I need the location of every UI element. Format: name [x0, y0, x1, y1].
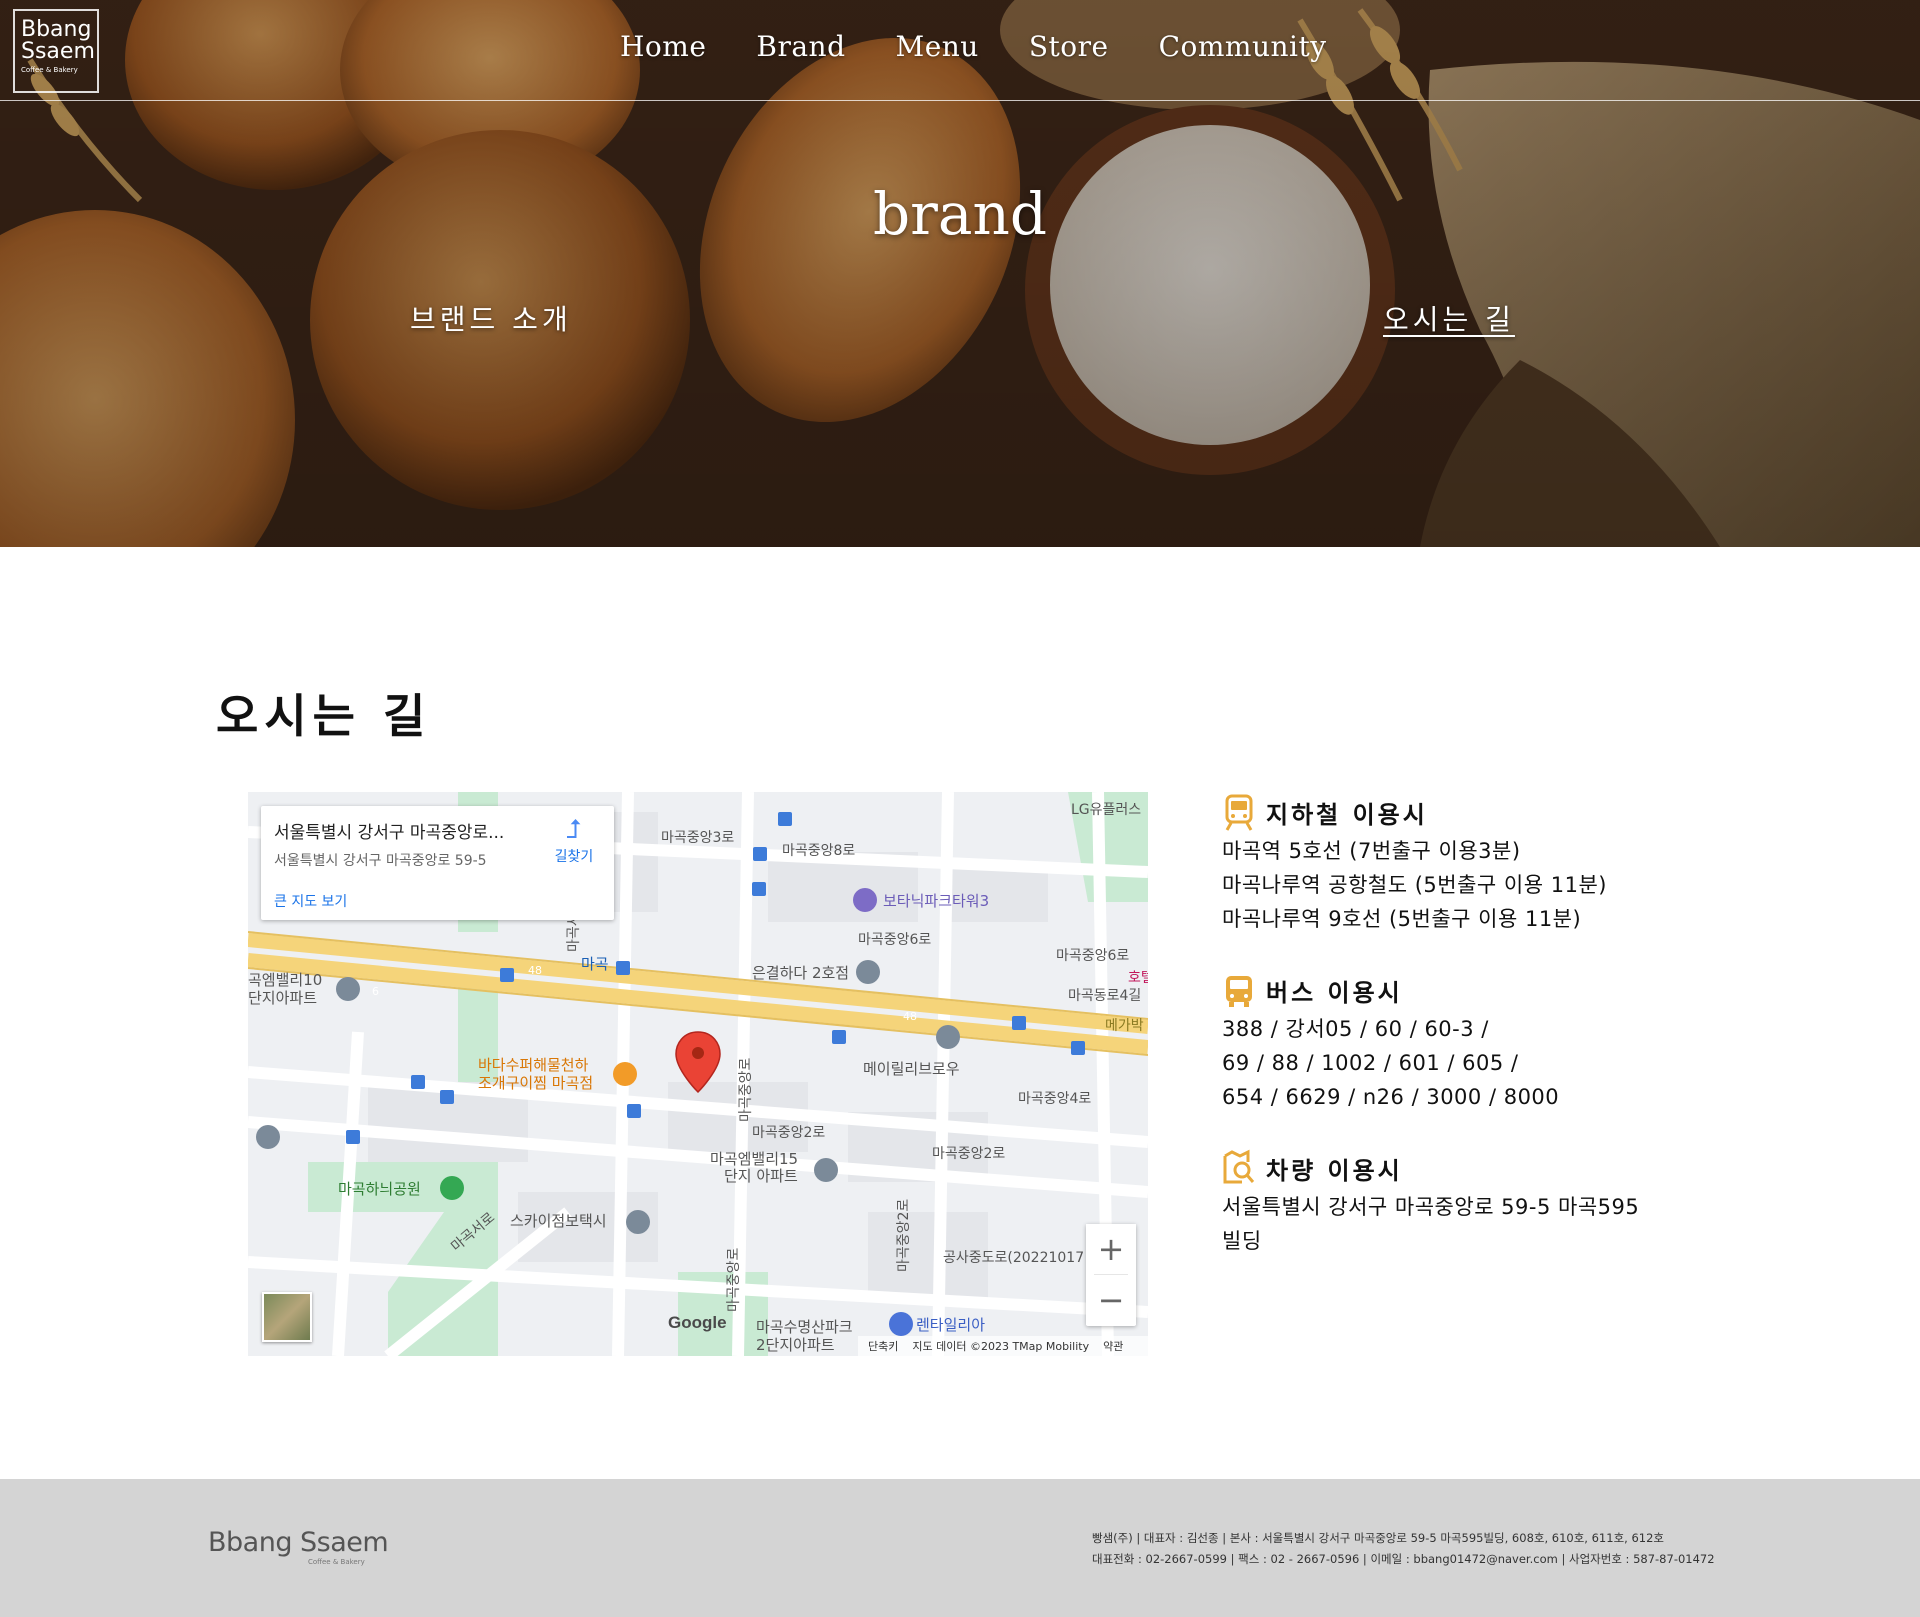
map-label-road11: 마곡중앙로	[726, 1247, 742, 1312]
top-navigation-bar: Bbang Ssaem Coffee & Bakery Home Brand M…	[0, 0, 1920, 101]
car-line: 빌딩	[1222, 1229, 1262, 1253]
map-zoom-control: + −	[1086, 1224, 1136, 1326]
subway-heading: 지하철 이용시	[1222, 790, 1692, 834]
map-label-mega: 메가박	[1105, 1018, 1144, 1034]
map-label-gongsa: 공사중도로(20221017	[943, 1250, 1084, 1266]
nav-home[interactable]: Home	[620, 30, 706, 63]
zoom-in-button[interactable]: +	[1086, 1224, 1136, 1274]
map-label-apt15a: 마곡엠밸리15	[710, 1150, 798, 1168]
footer-logo: Bbang Ssaem Coffee & Bakery	[208, 1527, 389, 1566]
map-label-road8: 마곡중앙2로	[932, 1146, 1005, 1162]
view-larger-map-link[interactable]: 큰 지도 보기	[274, 891, 347, 911]
map-label-road5: 마곡동로4길	[1068, 988, 1141, 1004]
map-label-suyeong2: 2단지아파트	[756, 1336, 835, 1354]
bus-line: 654 / 6629 / n26 / 3000 / 8000	[1222, 1085, 1560, 1109]
map-label-apt10a: 곡엠밸리10	[248, 971, 322, 989]
car-line: 서울특별시 강서구 마곡중앙로 59-5 마곡595	[1222, 1195, 1640, 1219]
company-info-line-2: 대표전화 : 02-2667-0599 | 팩스 : 02 - 2667-059…	[1092, 1552, 1715, 1566]
map-label-road12: 마곡중앙2로	[896, 1199, 912, 1272]
map-label-bus48b: 48	[903, 1010, 917, 1023]
map-label-eungyeol: 은결하다 2호점	[752, 964, 849, 982]
satellite-toggle[interactable]	[262, 1292, 312, 1342]
directions-icon: ⮥	[566, 815, 582, 845]
subway-line: 마곡역 5호선 (7번출구 이용3분)	[1222, 839, 1521, 863]
bus-line: 69 / 88 / 1002 / 601 / 605 /	[1222, 1051, 1519, 1075]
footer-logo-name: Bbang Ssaem	[208, 1527, 389, 1558]
logo-line-2: Ssaem	[21, 39, 95, 64]
subway-line: 마곡나루역 공항철도 (5번출구 이용 11분)	[1222, 873, 1607, 897]
logo-tagline: Coffee & Bakery	[21, 66, 78, 74]
map-label-seafood1: 바다수퍼해물천하	[478, 1056, 589, 1074]
map-label-road4: 마곡중앙6로	[1056, 948, 1129, 964]
directions-link[interactable]: 오시는 길	[1383, 298, 1515, 338]
map-card-title: 서울특별시 강서구 마곡중앙로...	[274, 823, 505, 843]
car-title: 차량 이용시	[1266, 1156, 1403, 1185]
map-label-road2: 마곡중앙8로	[782, 843, 855, 859]
logo-line-1: Bbang	[21, 17, 92, 42]
directions-label: 길찾기	[554, 849, 594, 865]
map-label-sky: 스카이점보택시	[510, 1212, 607, 1230]
bus-line: 388 / 강서05 / 60 / 60-3 /	[1222, 1017, 1489, 1041]
subway-lines: 마곡역 5호선 (7번출구 이용3분) 마곡나루역 공항철도 (5번출구 이용 …	[1222, 834, 1692, 936]
site-footer: Bbang Ssaem Coffee & Bakery 빵샘(주) | 대표자 …	[0, 1479, 1920, 1617]
map-label-lg: LG유플러스	[1071, 802, 1141, 818]
car-search-icon	[1223, 1149, 1255, 1184]
map-label-park: 마곡하늬공원	[338, 1180, 421, 1198]
nav-brand[interactable]: Brand	[756, 30, 845, 63]
map-label-magok: 마곡	[581, 955, 609, 973]
directions-button[interactable]: ⮥ 길찾기	[544, 814, 604, 866]
map-label-road10: 마곡중앙로	[738, 1057, 754, 1122]
hero-title: brand	[873, 180, 1047, 248]
map-label-suyeong1: 마곡수명산파크	[756, 1318, 853, 1336]
map-label-hotel: 호텔	[1128, 970, 1148, 986]
nav-community[interactable]: Community	[1159, 30, 1327, 63]
bus-lines: 388 / 강서05 / 60 / 60-3 / 69 / 88 / 1002 …	[1222, 1012, 1692, 1114]
map-label-road7: 마곡중앙2로	[752, 1125, 825, 1141]
car-info: 차량 이용시 서울특별시 강서구 마곡중앙로 59-5 마곡595 빌딩	[1222, 1146, 1692, 1258]
map-card-address: 서울특별시 강서구 마곡중앙로 59-5	[274, 853, 487, 869]
google-map[interactable]: LG유플러스 마곡중앙3로 마곡중앙8로 보타닉파크타워3 마곡중앙6로 마곡중…	[248, 792, 1148, 1356]
bus-info: 버스 이용시 388 / 강서05 / 60 / 60-3 / 69 / 88 …	[1222, 968, 1692, 1114]
map-place-card: 서울특별시 강서구 마곡중앙로... 서울특별시 강서구 마곡중앙로 59-5 …	[261, 806, 614, 920]
map-shortcuts-link[interactable]: 단축키	[868, 1338, 898, 1354]
map-label-road1: 마곡중앙3로	[661, 830, 734, 846]
subway-line: 마곡나루역 9호선 (5번출구 이용 11분)	[1222, 907, 1582, 931]
map-label-road3: 마곡중앙6로	[858, 932, 931, 948]
page-title: 오시는 길	[216, 689, 432, 743]
bus-heading: 버스 이용시	[1222, 968, 1692, 1012]
brand-logo[interactable]: Bbang Ssaem Coffee & Bakery	[13, 9, 99, 93]
nav-menu[interactable]: Menu	[896, 30, 979, 63]
map-label-rental: 렌타일리아	[916, 1316, 985, 1334]
directions-info: 지하철 이용시 마곡역 5호선 (7번출구 이용3분) 마곡나루역 공항철도 (…	[1222, 790, 1692, 1290]
company-info-line-1: 빵샘(주) | 대표자 : 김선종 | 본사 : 서울특별시 강서구 마곡중앙로…	[1092, 1531, 1664, 1545]
bus-icon	[1226, 976, 1252, 1007]
nav-store[interactable]: Store	[1029, 30, 1109, 63]
company-info: 빵샘(주) | 대표자 : 김선종 | 본사 : 서울특별시 강서구 마곡중앙로…	[1092, 1528, 1715, 1570]
brand-intro-link[interactable]: 브랜드 소개	[410, 298, 572, 338]
map-label-seafood2: 조개구이찜 마곡점	[478, 1074, 593, 1092]
subway-icon	[1225, 794, 1253, 831]
map-data-credit: 지도 데이터 ©2023 TMap Mobility	[912, 1340, 1090, 1353]
zoom-out-button[interactable]: −	[1086, 1275, 1136, 1325]
subway-info: 지하철 이용시 마곡역 5호선 (7번출구 이용3분) 마곡나루역 공항철도 (…	[1222, 790, 1692, 936]
map-label-apt10b: 단지아파트	[248, 989, 317, 1007]
map-label-road6: 마곡중앙4로	[1018, 1091, 1091, 1107]
subway-title: 지하철 이용시	[1266, 800, 1428, 829]
car-lines: 서울특별시 강서구 마곡중앙로 59-5 마곡595 빌딩	[1222, 1190, 1692, 1258]
car-heading: 차량 이용시	[1222, 1146, 1692, 1190]
bus-title: 버스 이용시	[1266, 978, 1403, 1007]
map-attribution-bar: 단축키 지도 데이터 ©2023 TMap Mobility 약관	[858, 1336, 1148, 1356]
google-logo: Google	[668, 1313, 727, 1332]
map-label-botanic: 보타닉파크타워3	[883, 892, 989, 910]
hero-banner: Bbang Ssaem Coffee & Bakery Home Brand M…	[0, 0, 1920, 547]
main-nav: Home Brand Menu Store Community	[620, 30, 1327, 63]
map-label-maeili: 메이릴리브로우	[863, 1060, 960, 1078]
footer-logo-tagline: Coffee & Bakery	[308, 1558, 365, 1566]
map-terms-link[interactable]: 약관	[1103, 1338, 1123, 1354]
map-label-apt15b: 단지 아파트	[724, 1167, 798, 1185]
map-label-bus6: 6	[372, 985, 379, 998]
map-label-bus48a: 48	[528, 964, 542, 977]
